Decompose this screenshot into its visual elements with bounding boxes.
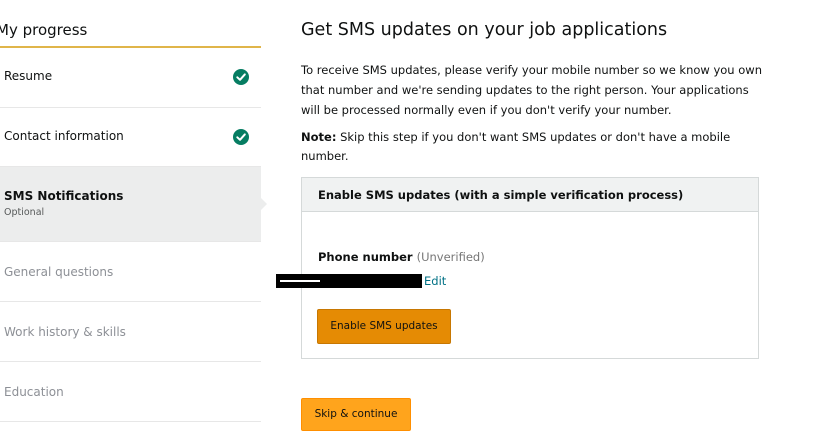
- step-label: Contact information: [4, 129, 124, 143]
- redaction-mark: [280, 280, 320, 282]
- note-body: Skip this step if you don't want SMS upd…: [301, 130, 731, 163]
- sms-panel-header: Enable SMS updates (with a simple verifi…: [302, 178, 758, 212]
- skip-continue-button[interactable]: Skip & continue: [301, 398, 411, 431]
- check-circle-icon: [233, 69, 249, 85]
- enable-sms-button[interactable]: Enable SMS updates: [317, 309, 451, 344]
- note-text: Note: Skip this step if you don't want S…: [301, 128, 751, 166]
- step-optional-tag: Optional: [4, 207, 45, 218]
- step-work-history-skills: Work history & skills: [0, 302, 261, 362]
- phone-status: (Unverified): [416, 250, 485, 264]
- active-step-pointer: [261, 198, 267, 210]
- check-circle-icon: [233, 129, 249, 145]
- sms-panel: Enable SMS updates (with a simple verifi…: [276, 177, 759, 359]
- step-education: Education: [0, 362, 261, 422]
- page-title: Get SMS updates on your job applications: [301, 20, 668, 40]
- step-sms-notifications[interactable]: SMS Notifications Optional: [0, 167, 261, 242]
- edit-phone-link[interactable]: Edit: [424, 274, 446, 288]
- step-label: SMS Notifications: [4, 189, 124, 203]
- note-label: Note:: [301, 130, 337, 144]
- phone-number-label: Phone number (Unverified): [318, 250, 485, 264]
- step-label: Education: [4, 385, 64, 399]
- intro-text: To receive SMS updates, please verify yo…: [301, 63, 762, 117]
- step-label: Work history & skills: [4, 325, 126, 339]
- redacted-phone-number: [276, 274, 422, 288]
- sms-panel-title: Enable SMS updates (with a simple verifi…: [318, 188, 684, 202]
- progress-sidebar: My progress Resume Contact information S…: [0, 0, 262, 446]
- step-resume[interactable]: Resume: [0, 48, 261, 108]
- step-contact-information[interactable]: Contact information: [0, 108, 261, 167]
- step-label: General questions: [4, 265, 114, 279]
- progress-title: My progress: [0, 21, 88, 39]
- step-label: Resume: [4, 69, 53, 83]
- phone-label-text: Phone number: [318, 250, 413, 264]
- step-general-questions: General questions: [0, 242, 261, 302]
